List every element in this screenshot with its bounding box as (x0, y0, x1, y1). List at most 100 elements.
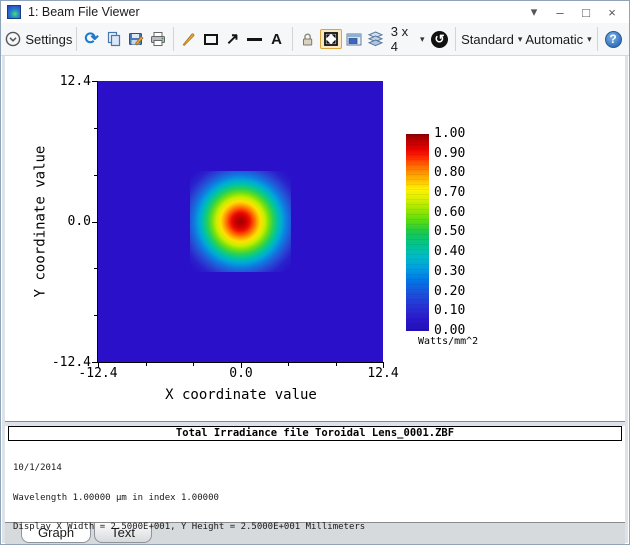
colorbar-tick: 0.40 (434, 244, 466, 260)
x-axis-tick (335, 363, 337, 366)
colorbar-tick: 0.90 (434, 145, 466, 161)
y-axis-tick (92, 362, 97, 363)
separator (597, 27, 598, 51)
x-tick-label: 0.0 (229, 366, 253, 381)
x-tick-label: -12.4 (78, 366, 118, 381)
colorbar-tick: 0.10 (434, 303, 466, 319)
fit-window-icon (323, 32, 338, 46)
standard-label: Standard (461, 31, 514, 47)
window-title: 1: Beam File Viewer (28, 5, 140, 19)
separator (75, 27, 77, 51)
y-axis-tick (92, 81, 97, 82)
fit-window-button[interactable] (318, 26, 342, 52)
y-axis-tick (92, 221, 97, 223)
copy-icon (106, 31, 122, 47)
colorbar-tick: 0.70 (434, 185, 466, 201)
help-button[interactable]: ? (602, 26, 624, 52)
reset-button[interactable]: ↺ (429, 26, 451, 52)
info-line: 10/1/2014 (13, 463, 62, 474)
pencil-tool-button[interactable] (178, 26, 200, 52)
line-icon (247, 37, 263, 41)
x-axis-tick (240, 363, 242, 368)
chevron-down-icon: ▾ (587, 33, 592, 44)
y-axis-line (97, 81, 98, 363)
colorbar-unit-label: Watts/mm^2 (418, 336, 479, 347)
close-icon[interactable]: × (601, 3, 623, 21)
y-tick-label: 0.0 (67, 214, 91, 229)
layers-icon (367, 31, 384, 47)
info-line: Display X Width = 2.5000E+001, Y Height … (13, 521, 366, 532)
y-axis-title: Y coordinate value (32, 145, 49, 298)
gaussian-beam-spot (190, 171, 291, 272)
x-axis-tick (98, 363, 99, 368)
rectangle-tool-button[interactable] (200, 26, 222, 52)
y-axis-tick (94, 315, 97, 317)
separator (172, 27, 174, 51)
fit-window-highlight (319, 29, 342, 49)
x-axis-tick (383, 363, 384, 368)
info-line: Wavelength 1.00000 µm in index 1.00000 (13, 492, 219, 503)
grid-size-dropdown[interactable]: 3 x 4 ▾ (387, 24, 429, 54)
copy-button[interactable] (103, 26, 125, 52)
colorbar (406, 134, 429, 331)
y-axis-tick (94, 268, 97, 270)
text-panel: Total Irradiance file Toroidal Lens_0001… (5, 426, 625, 531)
standard-dropdown[interactable]: Standard ▾ (459, 26, 523, 52)
rectangle-icon (203, 33, 218, 45)
colorbar-tick: 0.60 (434, 204, 466, 220)
settings-button[interactable]: Settings (6, 26, 72, 52)
text-tool-button[interactable]: A (266, 26, 288, 52)
maximize-icon[interactable]: □ (575, 3, 597, 21)
colorbar-tick: 0.50 (434, 224, 466, 240)
print-button[interactable] (147, 26, 169, 52)
reset-icon: ↺ (431, 30, 449, 48)
y-tick-label: 12.4 (59, 74, 91, 89)
x-axis-tick (193, 363, 194, 366)
beam-viewer-icon (7, 5, 21, 19)
pencil-icon (181, 32, 196, 47)
save-button[interactable] (125, 26, 147, 52)
beam-file-viewer-window: 1: Beam File Viewer ▾ – □ × Settings ⟳ ↗… (0, 0, 630, 545)
separator (454, 27, 456, 51)
automatic-dropdown[interactable]: Automatic ▾ (524, 26, 593, 52)
help-icon: ? (604, 30, 622, 48)
beam-irradiance-plot[interactable] (98, 81, 383, 362)
y-axis-tick (94, 127, 97, 129)
settings-label: Settings (25, 31, 73, 47)
title-bar: 1: Beam File Viewer ▾ – □ × (1, 1, 629, 23)
content-area: 12.4 0.0 -12.4 -12.4 0.0 12.4 X coordina… (2, 56, 628, 544)
layers-button[interactable] (365, 26, 387, 52)
plot-title: Total Irradiance file Toroidal Lens_0001… (8, 426, 622, 441)
y-axis-tick (94, 174, 97, 176)
beam-info-text: 10/1/2014 Wavelength 1.00000 µm in index… (5, 441, 625, 544)
x-axis-tick (145, 363, 147, 366)
lock-icon (300, 32, 315, 47)
toolbar: Settings ⟳ ↗ A 3 x 4 ▾ ↺ Standard ▾ Auto… (1, 23, 629, 56)
colorbar-labels: 1.00 0.90 0.80 0.70 0.60 0.50 0.40 0.30 … (434, 127, 465, 338)
colorbar-tick: 0.20 (434, 283, 466, 299)
window-controls: ▾ – □ × (523, 3, 623, 21)
lock-button[interactable] (296, 26, 318, 52)
window-icon (346, 32, 362, 47)
refresh-icon: ⟳ (84, 29, 99, 48)
print-icon (150, 31, 166, 47)
x-tick-label: 12.4 (367, 366, 399, 381)
refresh-button[interactable]: ⟳ (81, 26, 103, 52)
separator (291, 27, 293, 51)
arrow-tool-button[interactable]: ↗ (222, 26, 244, 52)
save-icon (128, 31, 144, 47)
settings-chevron-icon (5, 31, 21, 47)
automatic-label: Automatic (525, 31, 584, 47)
colorbar-tick: 0.30 (434, 263, 466, 279)
arrow-icon: ↗ (225, 31, 240, 48)
minimize-icon[interactable]: – (549, 3, 571, 21)
line-tool-button[interactable] (244, 26, 266, 52)
chevron-down-icon: ▾ (420, 33, 425, 44)
active-window-button[interactable] (343, 26, 365, 52)
x-axis-title: X coordinate value (165, 387, 317, 403)
chevron-down-icon: ▾ (517, 33, 523, 44)
graph-panel: 12.4 0.0 -12.4 -12.4 0.0 12.4 X coordina… (5, 56, 625, 422)
colorbar-tick: 0.80 (434, 165, 466, 181)
grid-size-label: 3 x 4 (390, 24, 409, 54)
window-menu-icon[interactable]: ▾ (523, 3, 545, 21)
